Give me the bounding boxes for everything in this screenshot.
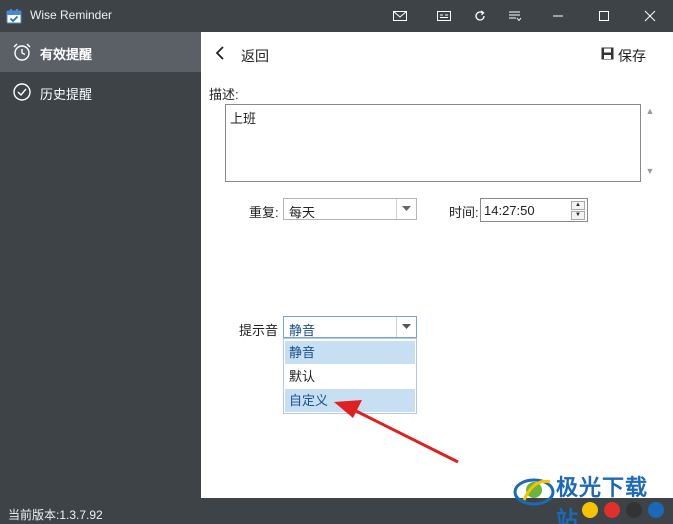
app-calendar-icon — [6, 9, 22, 24]
chevron-down-icon — [396, 199, 416, 219]
main-panel: 返回 保存 描述: 上班 ▲ ▼ 重复: 每天 时间: 14:27:50 ▲ ▼… — [201, 32, 673, 498]
time-input[interactable]: 14:27:50 ▲ ▼ — [480, 198, 588, 222]
minimize-icon[interactable] — [546, 4, 570, 28]
dropdown-option-default[interactable]: 默认 — [285, 365, 415, 388]
sidebar: 有效提醒 历史提醒 当前版本:1.3.7.92 — [0, 32, 201, 524]
version-text: 当前版本:1.3.7.92 — [8, 508, 103, 522]
window-title: Wise Reminder — [30, 8, 113, 22]
scroll-up-icon[interactable]: ▲ — [643, 106, 657, 120]
chevron-down-icon — [396, 317, 416, 337]
sound-label: 提示音 — [239, 323, 279, 338]
back-label: 返回 — [241, 48, 269, 64]
save-button[interactable]: 保存 — [601, 44, 651, 64]
card-icon[interactable] — [432, 4, 456, 28]
dropdown-option-mute[interactable]: 静音 — [285, 341, 415, 364]
floppy-disk-icon — [601, 47, 614, 60]
watermark-logo-icon — [513, 478, 555, 506]
time-value: 14:27:50 — [484, 203, 535, 218]
sound-dropdown-list: 静音 默认 自定义 — [283, 338, 417, 414]
repeat-label: 重复: — [249, 205, 279, 220]
refresh-icon[interactable] — [468, 4, 492, 28]
time-label: 时间: — [449, 205, 479, 220]
close-icon[interactable] — [638, 4, 662, 28]
save-label: 保存 — [618, 48, 646, 64]
time-increment-icon[interactable]: ▲ — [571, 201, 585, 210]
watermark: 极光下载站 — [512, 470, 670, 524]
description-textarea[interactable]: 上班 — [225, 104, 641, 182]
repeat-value: 每天 — [289, 205, 316, 220]
sidebar-item-label: 有效提醒 — [40, 47, 93, 62]
sound-select[interactable]: 静音 — [283, 316, 417, 338]
description-label: 描述: — [209, 87, 239, 102]
dropdown-option-custom[interactable]: 自定义 — [285, 389, 415, 412]
time-decrement-icon[interactable]: ▼ — [571, 211, 585, 220]
maximize-icon[interactable] — [592, 4, 616, 28]
chevron-left-icon — [215, 46, 224, 60]
back-button[interactable]: 返回 — [215, 44, 285, 64]
sidebar-item-active-reminders[interactable]: 有效提醒 — [0, 32, 201, 72]
alarm-clock-icon — [13, 43, 31, 61]
sound-value: 静音 — [289, 323, 316, 338]
check-circle-icon — [13, 83, 31, 101]
menu-icon[interactable] — [503, 4, 527, 28]
sidebar-item-history-reminders[interactable]: 历史提醒 — [0, 72, 201, 112]
sidebar-item-label: 历史提醒 — [40, 87, 93, 102]
social-icons — [582, 502, 664, 518]
mail-icon[interactable] — [388, 4, 412, 28]
title-bar: Wise Reminder — [0, 0, 673, 32]
repeat-select[interactable]: 每天 — [283, 198, 417, 220]
scroll-down-icon[interactable]: ▼ — [643, 166, 657, 180]
